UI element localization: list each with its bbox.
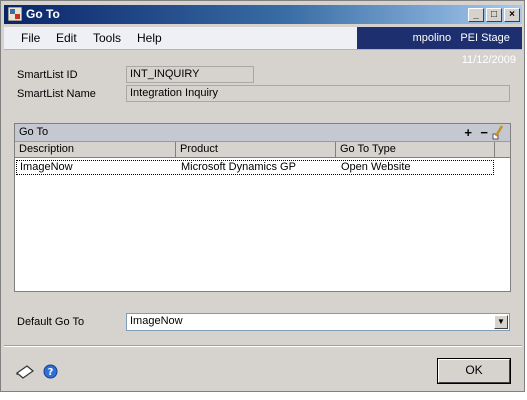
user-status-bar: mpolino PEI Stage 11/12/2009 (357, 27, 522, 66)
menu-help[interactable]: Help (137, 31, 162, 45)
maximize-button[interactable]: □ (486, 8, 502, 22)
smartlist-id-label: SmartList ID (17, 69, 78, 81)
menu-bar: File Edit Tools Help mpolino PEI Stage 1… (4, 27, 522, 66)
company-name: PEI Stage (460, 32, 510, 44)
cell-goto-type: Open Website (341, 161, 411, 173)
column-header-description[interactable]: Description (15, 142, 176, 157)
table-row[interactable]: ImageNow Microsoft Dynamics GP Open Webs… (16, 160, 494, 175)
cell-description: ImageNow (20, 161, 73, 173)
grid-title-bar: Go To + − (15, 124, 510, 142)
default-goto-label: Default Go To (17, 316, 85, 328)
chevron-down-icon[interactable]: ▼ (494, 315, 508, 329)
divider (4, 345, 522, 347)
cell-product: Microsoft Dynamics GP (181, 161, 296, 173)
close-button[interactable]: × (504, 8, 520, 22)
pencil-icon[interactable] (492, 125, 504, 140)
smartlist-name-label: SmartList Name (17, 88, 96, 100)
title-bar: Go To _ □ × (4, 5, 522, 24)
svg-text:?: ? (48, 367, 54, 378)
goto-window: Go To _ □ × File Edit Tools Help mpolino… (0, 0, 525, 392)
add-icon[interactable]: + (464, 124, 472, 141)
user-name: mpolino (412, 32, 452, 44)
default-goto-value: ImageNow (130, 315, 183, 327)
default-goto-select[interactable]: ImageNow ▼ (126, 313, 510, 331)
smartlist-id-field: INT_INQUIRY (126, 66, 254, 83)
menu-tools[interactable]: Tools (93, 31, 121, 45)
ok-button[interactable]: OK (437, 358, 511, 384)
menu-edit[interactable]: Edit (56, 31, 77, 45)
note-icon[interactable] (15, 363, 35, 379)
column-header-goto-type[interactable]: Go To Type (336, 142, 496, 157)
goto-window-icon (8, 7, 22, 21)
minimize-button[interactable]: _ (468, 8, 484, 22)
help-icon[interactable]: ? (43, 364, 58, 379)
goto-grid: Go To + − Description Product Go To Type… (14, 123, 511, 292)
grid-scrollbar[interactable] (494, 142, 510, 158)
grid-header: Description Product Go To Type (15, 142, 496, 158)
window-title: Go To (26, 7, 60, 21)
remove-icon[interactable]: − (480, 124, 488, 141)
user-date: 11/12/2009 (461, 54, 516, 66)
menu-file[interactable]: File (21, 31, 40, 45)
grid-title: Go To (19, 126, 49, 138)
smartlist-name-field: Integration Inquiry (126, 85, 510, 102)
column-header-product[interactable]: Product (176, 142, 336, 157)
